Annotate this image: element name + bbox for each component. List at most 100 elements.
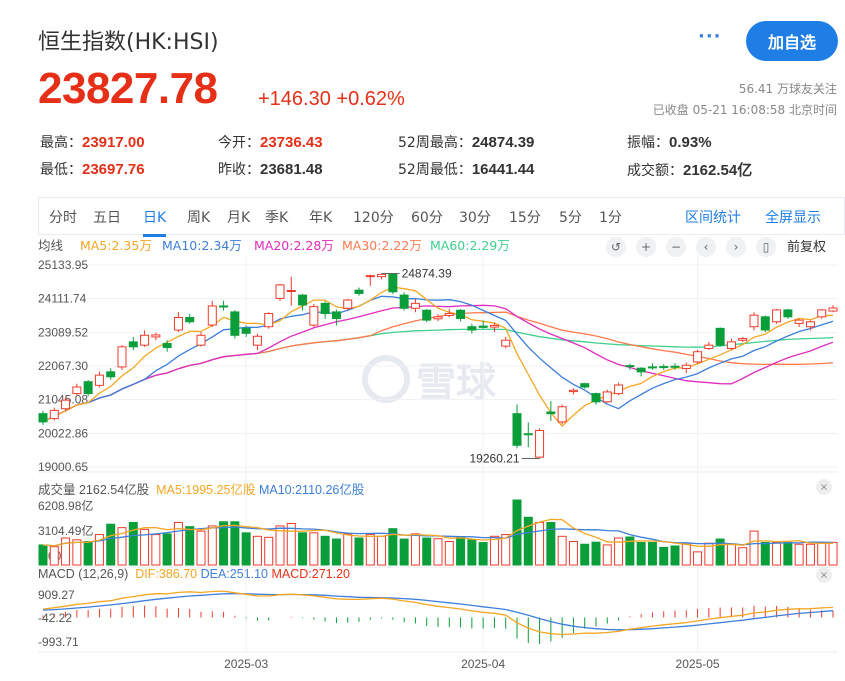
candle-body <box>38 413 48 423</box>
candle-body <box>591 393 601 403</box>
candle-body <box>196 334 206 346</box>
candle <box>309 303 319 328</box>
candle-body <box>365 275 375 278</box>
volume-bar <box>264 536 274 566</box>
candle <box>625 363 635 370</box>
candle-body <box>478 325 488 328</box>
volume-bar <box>49 546 59 566</box>
candle-body <box>557 406 567 423</box>
candle <box>399 292 409 311</box>
volume-bar <box>659 546 669 566</box>
candle-body <box>286 289 296 292</box>
volume-bar <box>196 530 206 566</box>
volume-bar <box>331 538 341 566</box>
volume-bar <box>377 535 387 566</box>
volume-bar <box>252 535 262 566</box>
candle-body <box>433 316 443 320</box>
candle-body <box>162 343 172 348</box>
candle <box>354 287 364 296</box>
volume-bar <box>410 533 420 566</box>
candle <box>715 327 725 347</box>
candle-body <box>726 341 736 349</box>
volume-bar <box>365 534 375 566</box>
candle <box>38 411 48 425</box>
candle-body <box>309 306 319 326</box>
candle-body <box>625 365 635 368</box>
candle <box>523 422 533 448</box>
candle-body <box>636 367 646 373</box>
volume-bar <box>636 542 646 566</box>
candle-body <box>49 409 59 420</box>
volume-bar <box>580 543 590 566</box>
volume-bar <box>794 543 804 566</box>
candle <box>410 299 420 313</box>
volume-bar <box>568 540 578 566</box>
candle-body <box>252 335 262 346</box>
candle-body <box>456 309 466 319</box>
candle <box>230 310 240 339</box>
candle <box>647 363 657 370</box>
candle-body <box>106 371 116 378</box>
candle <box>817 308 827 319</box>
volume-bar <box>772 542 782 566</box>
volume-bar <box>647 542 657 566</box>
x-tick-label: 2025-05 <box>676 657 720 671</box>
volume-bar <box>72 539 82 566</box>
candle <box>72 383 82 396</box>
candle <box>151 332 161 341</box>
ma5-line <box>42 286 834 428</box>
volume-bar <box>738 547 748 566</box>
candle <box>693 349 703 364</box>
candle <box>128 336 138 351</box>
candle <box>377 273 387 280</box>
candle <box>365 274 375 286</box>
candle <box>636 367 646 377</box>
candle-body <box>377 273 387 278</box>
volume-bar <box>444 540 454 566</box>
candle <box>433 314 443 322</box>
candle-body <box>489 324 499 328</box>
candle-body <box>83 381 93 395</box>
volume-bar <box>670 545 680 566</box>
candle <box>614 382 624 396</box>
volume-bar <box>185 526 195 566</box>
y-tick-label: 22067.30 <box>38 359 88 373</box>
candle-body <box>704 344 714 349</box>
volume-bar <box>749 530 759 566</box>
volume-bar <box>106 523 116 566</box>
candle-body <box>817 309 827 318</box>
volume-bar <box>805 543 815 566</box>
y-tick-label: 20022.86 <box>38 426 88 440</box>
volume-bar <box>828 541 838 566</box>
candle-body <box>94 374 104 386</box>
candle <box>535 428 545 459</box>
low-annotation: 19260.21 <box>470 451 520 465</box>
macd-tick-label: -993.71 <box>38 635 79 649</box>
candle <box>602 389 612 403</box>
candle <box>456 308 466 322</box>
x-tick-label: 2025-04 <box>461 657 505 671</box>
candle <box>512 404 522 449</box>
volume-bar <box>681 542 691 566</box>
candle-body <box>614 384 624 395</box>
candle <box>207 300 217 328</box>
candle <box>219 300 229 311</box>
candle-body <box>546 411 556 415</box>
volume-bar <box>275 525 285 566</box>
candle <box>783 308 793 319</box>
volume-bar <box>726 543 736 566</box>
dif-line <box>42 590 834 636</box>
volume-bar <box>591 541 601 566</box>
volume-bar <box>61 537 71 566</box>
candle <box>185 313 195 324</box>
volume-bar <box>478 542 488 566</box>
candle <box>117 345 127 370</box>
candle-body <box>535 429 545 458</box>
candle <box>568 388 578 395</box>
volume-bar <box>298 532 308 566</box>
ma20-line <box>42 304 834 423</box>
candle-body <box>410 302 420 309</box>
kline-chart[interactable]: 25133.9524111.7423089.5222067.3021045.08… <box>0 0 845 681</box>
candle <box>49 407 59 421</box>
candle-body <box>794 319 804 324</box>
